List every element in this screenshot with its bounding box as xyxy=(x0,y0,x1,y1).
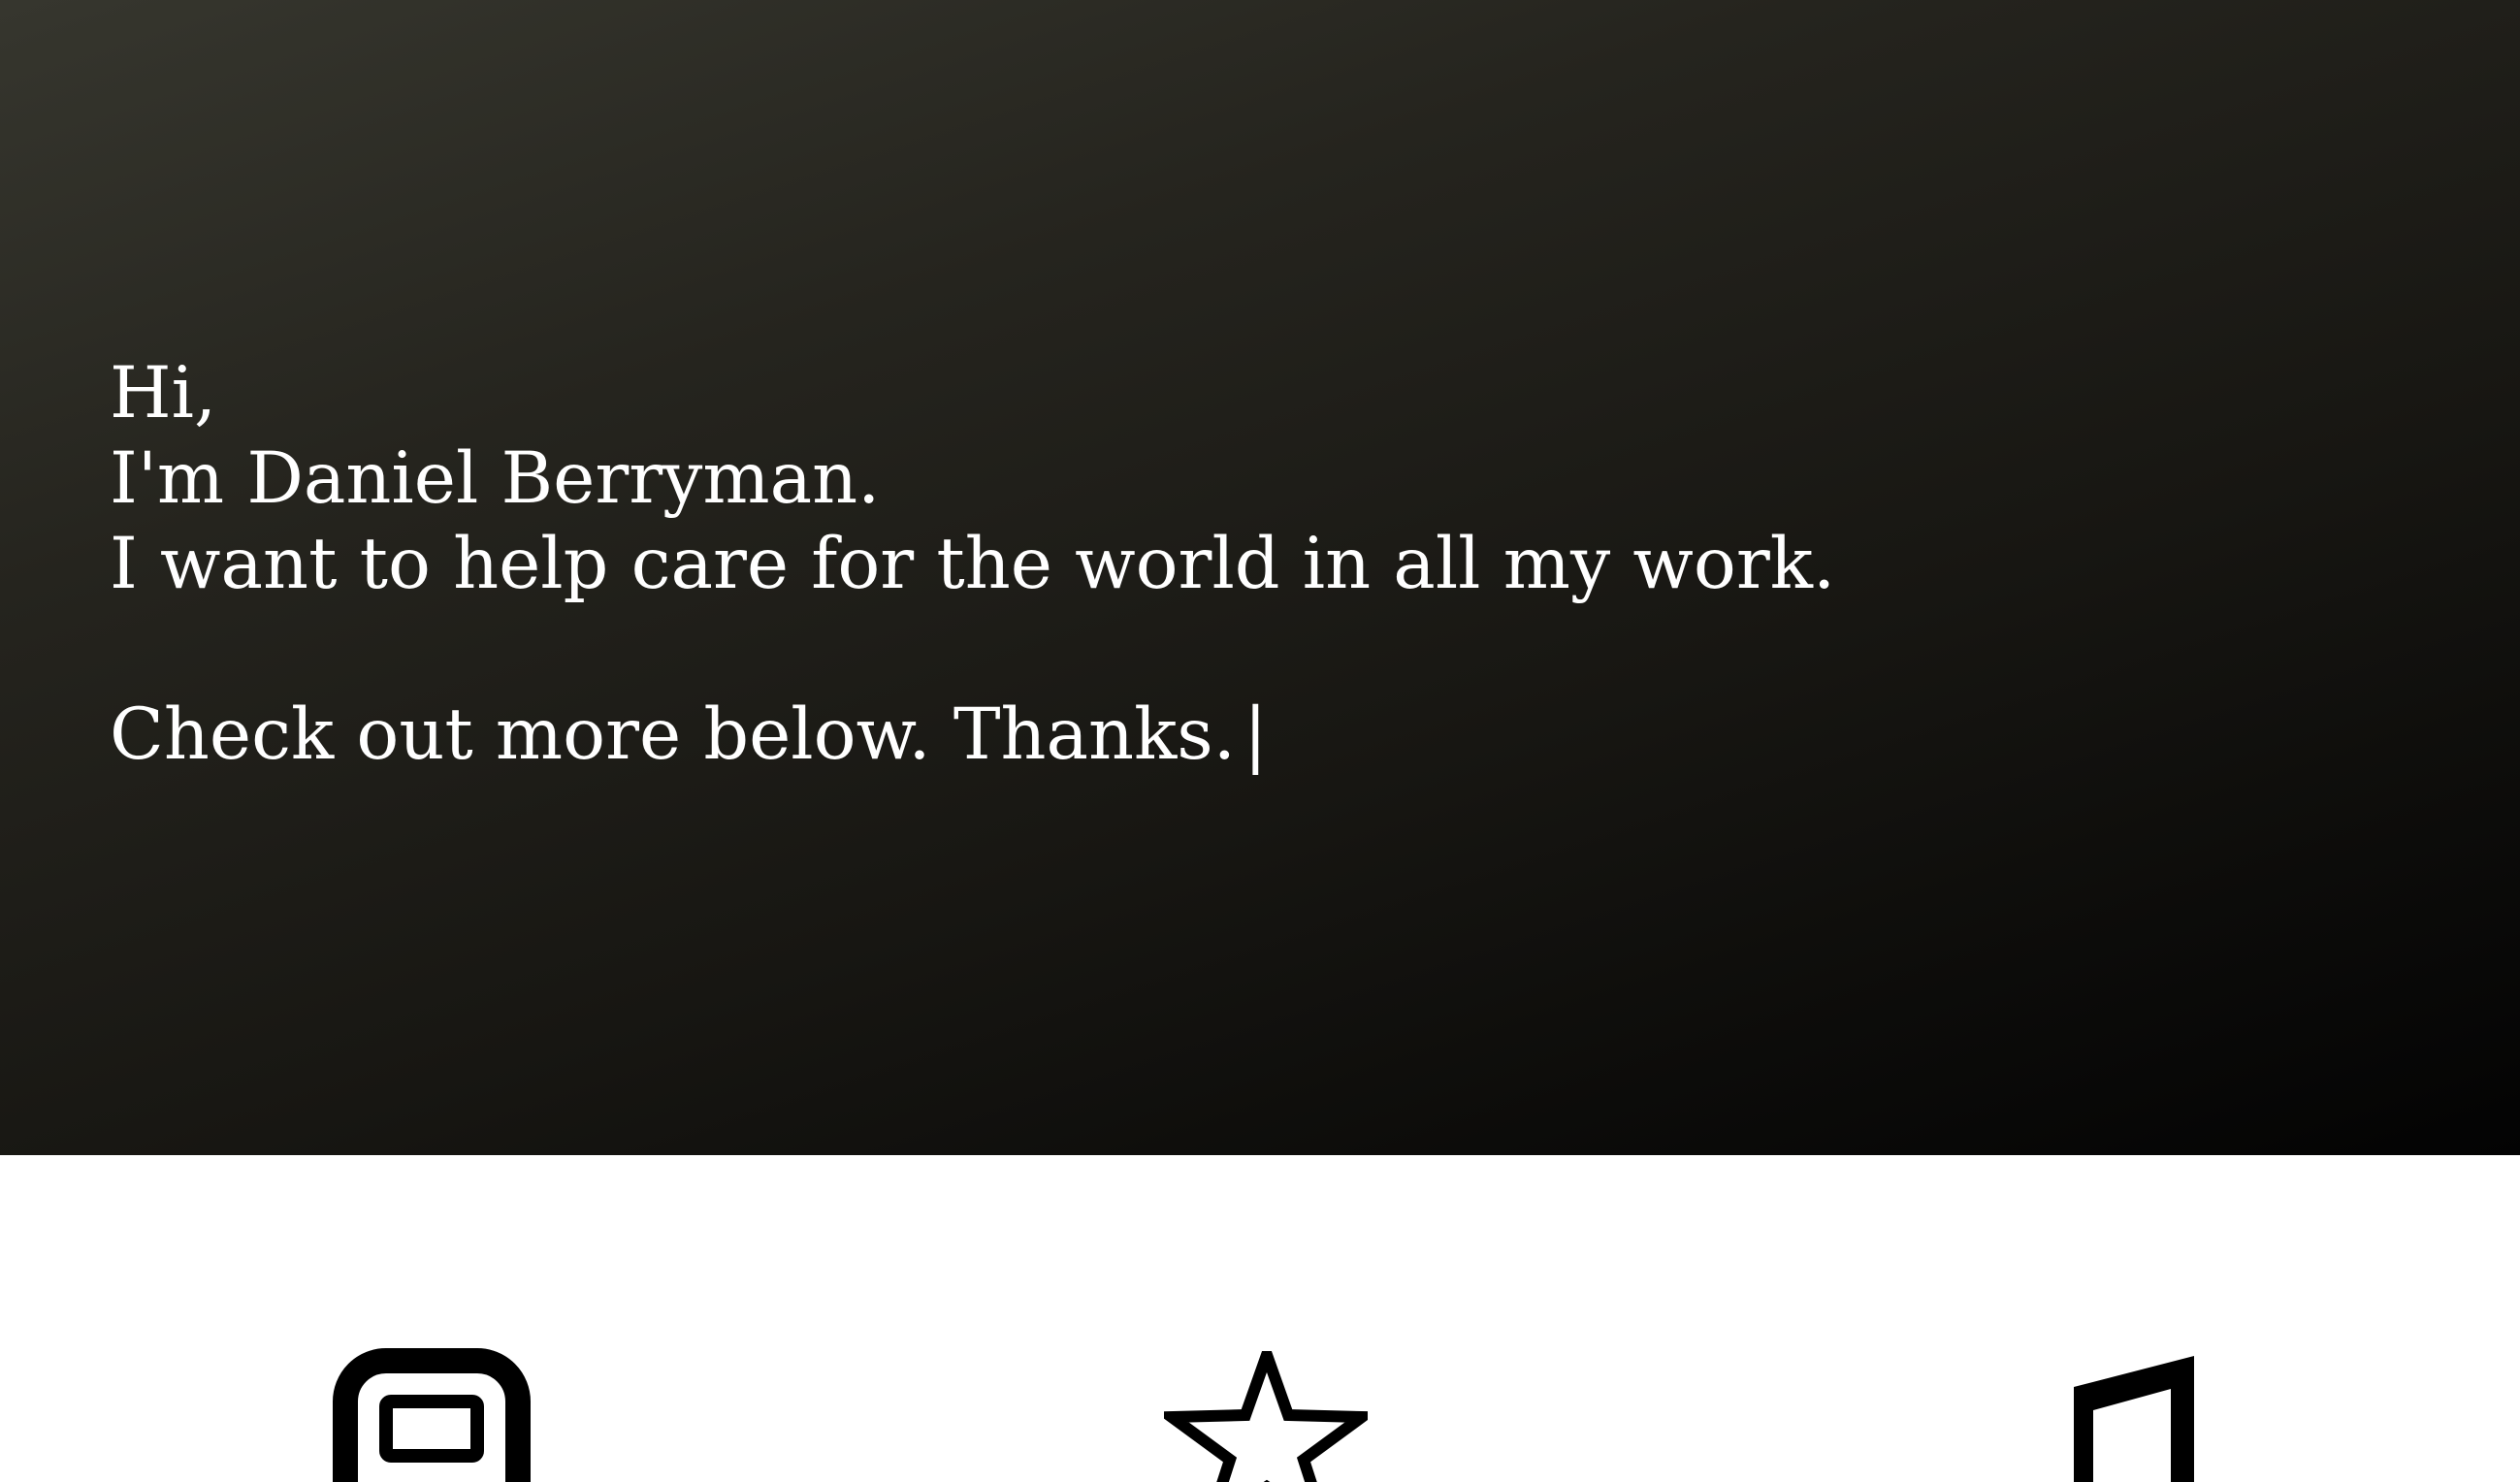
call-to-action-line: Check out more below. Thanks. | xyxy=(110,693,2341,778)
intro-text: Hi, I'm Daniel Berryman. I want to help … xyxy=(110,351,2341,778)
device-icon[interactable] xyxy=(332,1347,535,1482)
greeting-line: Hi, xyxy=(110,352,217,435)
features-section xyxy=(0,1155,2520,1482)
mission-line: I want to help care for the world in all… xyxy=(110,523,1836,605)
star-icon[interactable] xyxy=(1164,1351,1368,1482)
hero-section: Hi, I'm Daniel Berryman. I want to help … xyxy=(0,0,2520,1155)
call-to-action-text: Check out more below. Thanks. xyxy=(110,693,1236,776)
name-line: I'm Daniel Berryman. xyxy=(110,437,881,520)
music-note-icon[interactable] xyxy=(2064,1350,2268,1482)
typing-cursor: | xyxy=(1243,693,1268,776)
